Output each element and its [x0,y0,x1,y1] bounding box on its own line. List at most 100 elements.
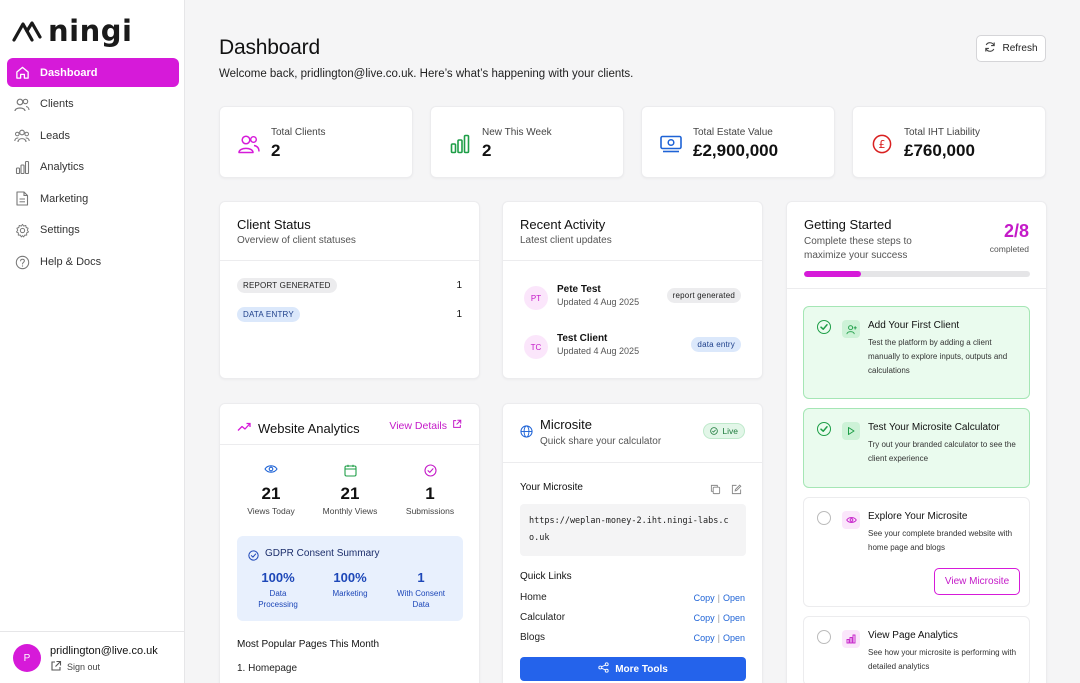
view-microsite-button[interactable]: View Microsite [934,568,1020,595]
progress-bar-fill [804,271,861,277]
microsite-url[interactable]: https://weplan-money-2.iht.ningi-labs.co… [520,504,746,556]
step-description: Try out your branded calculator to see t… [868,440,1016,463]
sidebar-item-leads[interactable]: Leads [7,121,179,150]
sidebar-item-label: Help & Docs [40,256,102,269]
step-test-microsite-calculator[interactable]: Test Your Microsite Calculator Try out y… [803,408,1030,488]
logo-text: ningi [48,14,133,48]
divider [220,444,479,445]
open-link[interactable]: Open [723,613,745,623]
edit-icon[interactable] [731,482,742,500]
check-icon [817,320,831,334]
brand-logo[interactable]: ningi [12,14,132,48]
check-circle-icon [248,548,259,566]
quick-links-title: Quick Links [520,571,572,582]
gear-icon [14,222,30,238]
sidebar-item-analytics[interactable]: Analytics [7,153,179,182]
getting-started-card: Getting Started Complete these steps to … [786,201,1047,683]
check-icon [817,422,831,436]
divider [220,260,479,261]
step-title: Explore Your Microsite [868,511,968,522]
logo-mark-icon [12,21,42,42]
separator: | [717,613,720,623]
stat-card-total-iht-liability: £ Total IHT Liability £760,000 [852,106,1046,178]
help-icon [14,254,30,270]
users-icon [237,133,261,155]
activity-item[interactable]: PT Pete Test Updated 4 Aug 2025 report g… [524,284,741,314]
unchecked-circle-icon[interactable] [817,630,831,644]
view-details-link[interactable]: View Details [389,419,462,432]
gdpr-item: 100% Marketing [315,570,385,599]
sidebar-item-help[interactable]: Help & Docs [7,248,179,277]
more-tools-label: More Tools [615,663,668,675]
popular-page-item[interactable]: 1. Homepage [237,663,297,674]
copy-icon[interactable] [710,482,721,500]
sidebar-item-label: Dashboard [40,66,98,79]
avatar[interactable]: P [13,644,41,672]
check-circle-icon [710,427,719,435]
refresh-icon [984,41,996,56]
stat-label: Total Estate Value [693,127,773,138]
quick-link-label: Blogs [520,632,546,643]
gdpr-value: 100% [261,570,295,585]
status-count: 1 [456,309,462,320]
microsite-card: Microsite Quick share your calculator Li… [502,403,763,683]
status-row[interactable]: REPORT GENERATED 1 [237,278,462,293]
step-view-page-analytics[interactable]: View Page Analytics See how your microsi… [803,616,1030,683]
card-header: Website Analytics [237,419,360,437]
gdpr-value: 100% [333,570,367,585]
gdpr-title: GDPR Consent Summary [265,548,380,559]
divider [503,260,762,261]
stat-label: Views Today [247,506,295,516]
stat-value: £2,900,000 [693,141,779,160]
open-link[interactable]: Open [723,633,745,643]
quick-link-home: Home Copy | Open [520,592,745,606]
card-subtitle: Complete these steps to maximize your su… [804,236,912,261]
home-icon [14,65,30,81]
stat-card-new-this-week: New This Week 2 [430,106,624,178]
gdpr-item: 100% Data Processing [243,570,313,610]
quick-link-label: Home [520,592,547,603]
copy-link[interactable]: Copy [694,633,715,643]
avatar: TC [524,335,548,359]
unchecked-circle-icon[interactable] [817,511,831,525]
more-tools-button[interactable]: More Tools [520,657,746,681]
card-title: Microsite [540,417,593,432]
copy-link[interactable]: Copy [694,593,715,603]
step-title: View Page Analytics [868,630,958,641]
gdpr-value: 1 [417,570,425,585]
sidebar-item-marketing[interactable]: Marketing [7,184,179,213]
progress-bar [804,271,1030,277]
users-icon [14,96,30,112]
gdpr-label: Data Processing [258,589,298,609]
card-subtitle: Latest client updates [520,235,612,246]
status-badge: report generated [666,288,741,303]
sidebar-item-settings[interactable]: Settings [7,216,179,245]
activity-date: Updated 4 Aug 2025 [557,346,640,356]
step-add-first-client[interactable]: Add Your First Client Test the platform … [803,306,1030,399]
stat-value: 1 [425,484,435,503]
open-link[interactable]: Open [723,593,745,603]
sign-out-button[interactable]: Sign out [50,660,100,674]
card-subtitle: Overview of client statuses [237,235,356,246]
sidebar-item-label: Marketing [40,192,89,205]
sidebar-item-clients[interactable]: Clients [7,90,179,119]
pound-icon: £ [870,133,894,155]
step-explore-microsite[interactable]: Explore Your Microsite See your complete… [803,497,1030,607]
stat-label: Total Clients [271,127,326,138]
activity-item[interactable]: TC Test Client Updated 4 Aug 2025 data e… [524,333,741,363]
bar-chart-icon [14,159,30,175]
stat-monthly-views: 21 Monthly Views [310,464,390,516]
popular-pages-title: Most Popular Pages This Month [237,639,380,650]
refresh-button[interactable]: Refresh [976,35,1046,62]
card-title: Client Status [237,217,311,232]
divider [503,462,762,463]
copy-link[interactable]: Copy [694,613,715,623]
status-row[interactable]: DATA ENTRY 1 [237,307,462,322]
eye-icon [231,464,311,478]
calendar-icon [310,464,390,478]
sidebar-item-label: Clients [40,98,74,111]
sidebar-item-dashboard[interactable]: Dashboard [7,58,179,87]
quick-link-calculator: Calculator Copy | Open [520,612,745,626]
stat-label: Submissions [405,506,455,516]
page-subtitle: Welcome back, pridlington@live.co.uk. He… [219,68,634,80]
